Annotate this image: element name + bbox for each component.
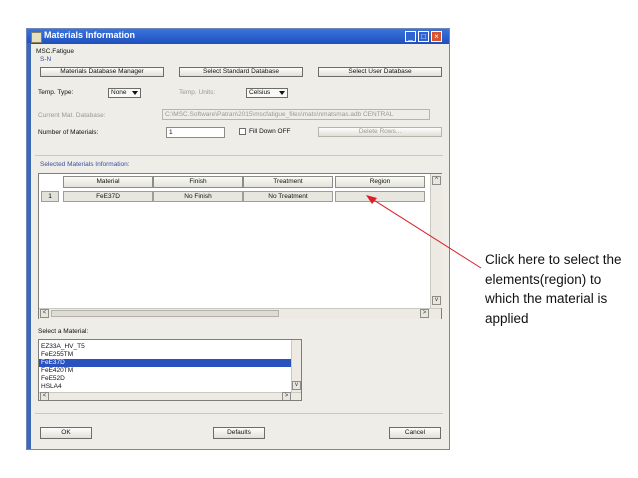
- annotation-arrow: [366, 195, 482, 269]
- annotation-text: Click here to select the elements(region…: [485, 252, 622, 326]
- arrow-head-icon: [366, 195, 377, 204]
- arrow-line: [368, 196, 482, 269]
